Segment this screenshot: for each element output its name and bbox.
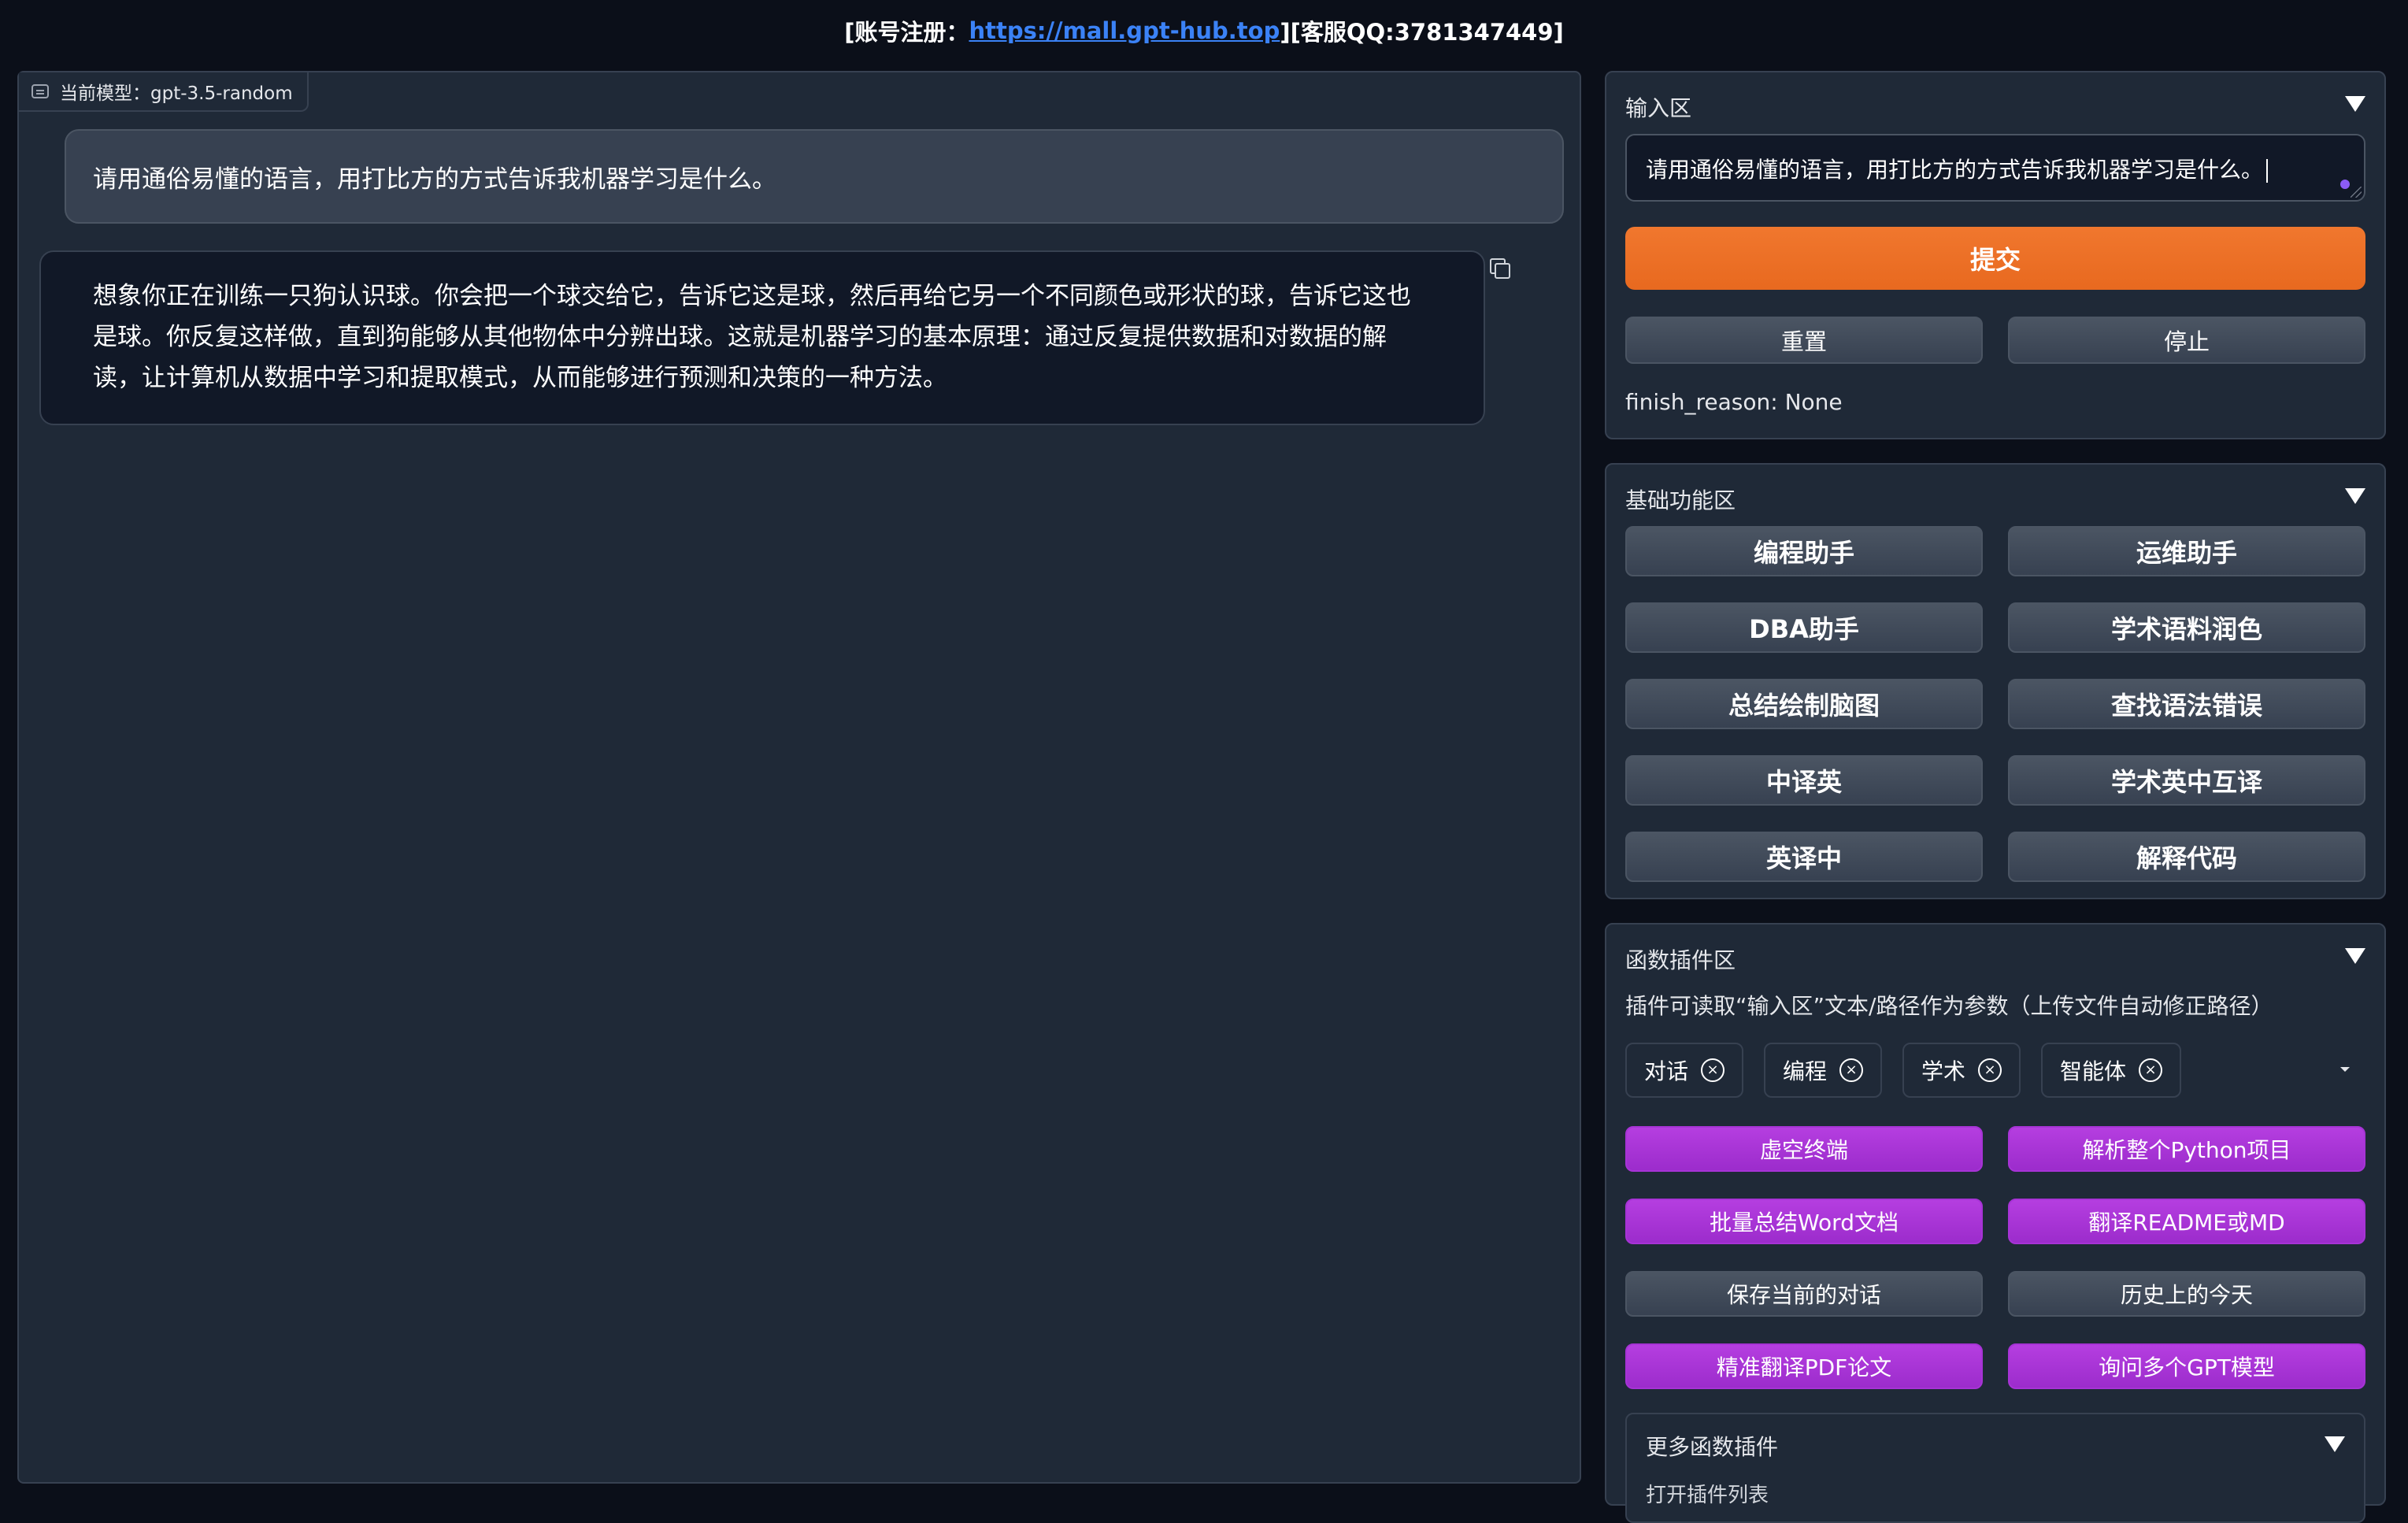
banner-prefix: [账号注册： (844, 19, 969, 46)
resize-handle-icon[interactable] (2351, 187, 2362, 198)
more-plugins-panel: 更多函数插件 打开插件列表 (1625, 1413, 2365, 1523)
chat-panel: 当前模型：gpt-3.5-random 请用通俗易懂的语言，用打比方的方式告诉我… (17, 71, 1581, 1484)
remove-tag-icon[interactable]: × (1978, 1058, 2002, 1082)
chat-icon (31, 84, 49, 98)
tag-label: 智能体 (2060, 1058, 2127, 1084)
tag-label: 对话 (1644, 1058, 1689, 1084)
function-button[interactable]: 英译中 (1625, 832, 1983, 882)
plugin-tag[interactable]: 对话 × (1625, 1043, 1744, 1098)
remove-tag-icon[interactable]: × (1839, 1058, 1864, 1082)
basic-function-panel: 基础功能区 编程助手 运维助手 DBA助手 学术语料润色 总结绘制脑图 查找语法… (1605, 463, 2386, 899)
collapse-icon[interactable] (2345, 488, 2365, 504)
plugin-button[interactable]: 批量总结Word文档 (1625, 1199, 1983, 1244)
chevron-down-icon[interactable] (2340, 1067, 2350, 1072)
model-label-text: 当前模型：gpt-3.5-random (60, 83, 293, 104)
tag-label: 学术 (1921, 1058, 1966, 1084)
stop-button[interactable]: 停止 (2008, 317, 2365, 364)
plugin-button[interactable]: 解析整个Python项目 (2008, 1126, 2365, 1172)
function-button[interactable]: 中译英 (1625, 755, 1983, 806)
tag-label: 编程 (1783, 1058, 1828, 1084)
function-button[interactable]: 学术语料润色 (2008, 602, 2365, 653)
reset-button[interactable]: 重置 (1625, 317, 1983, 364)
plugin-panel-title: 函数插件区 (1625, 947, 1736, 973)
top-banner: [账号注册： https://mall.gpt-hub.top ][客服QQ:3… (0, 0, 2408, 61)
function-button[interactable]: 解释代码 (2008, 832, 2365, 882)
collapse-icon[interactable] (2325, 1436, 2345, 1452)
input-panel: 输入区 请用通俗易懂的语言，用打比方的方式告诉我机器学习是什么。 提交 重置 停… (1605, 71, 2386, 439)
plugin-tag[interactable]: 学术 × (1902, 1043, 2021, 1098)
copy-icon[interactable] (1487, 255, 1510, 279)
plugin-button[interactable]: 翻译README或MD (2008, 1199, 2365, 1244)
remove-tag-icon[interactable]: × (2139, 1058, 2163, 1082)
plugin-tag[interactable]: 编程 × (1764, 1043, 1883, 1098)
plugin-tag-selector[interactable]: 对话 × 编程 × 学术 × 智能体 × (1625, 1043, 2365, 1098)
status-dot (2340, 180, 2350, 189)
plugin-button[interactable]: 保存当前的对话 (1625, 1271, 1983, 1317)
function-button[interactable]: 学术英中互译 (2008, 755, 2365, 806)
collapse-icon[interactable] (2345, 96, 2365, 112)
function-button[interactable]: 总结绘制脑图 (1625, 679, 1983, 729)
plugin-button[interactable]: 虚空终端 (1625, 1126, 1983, 1172)
text-cursor (2266, 159, 2269, 183)
submit-button[interactable]: 提交 (1625, 227, 2365, 290)
plugin-tag[interactable]: 智能体 × (2041, 1043, 2182, 1098)
input-panel-title: 输入区 (1625, 95, 1692, 121)
collapse-icon[interactable] (2345, 948, 2365, 964)
banner-suffix: ][客服QQ:3781347449] (1280, 19, 1564, 46)
user-message-text: 请用通俗易懂的语言，用打比方的方式告诉我机器学习是什么。 (93, 165, 776, 194)
user-message: 请用通俗易懂的语言，用打比方的方式告诉我机器学习是什么。 (65, 129, 1564, 224)
plugin-button[interactable]: 询问多个GPT模型 (2008, 1343, 2365, 1389)
input-textarea[interactable]: 请用通俗易懂的语言，用打比方的方式告诉我机器学习是什么。 (1625, 134, 2365, 202)
plugin-button[interactable]: 精准翻译PDF论文 (1625, 1343, 1983, 1389)
bot-message-line: 想象你正在训练一只狗认识球。你会把一个球交给它，告诉它这是球，然后再给它另一个不… (93, 282, 1411, 310)
plugin-description: 插件可读取“输入区”文本/路径作为参数（上传文件自动修正路径） (1625, 993, 2273, 1019)
function-button[interactable]: 查找语法错误 (2008, 679, 2365, 729)
bot-message-line: 是球。你反复这样做，直到狗能够从其他物体中分辨出球。这就是机器学习的基本原理：通… (93, 323, 1387, 351)
plugin-panel: 函数插件区 插件可读取“输入区”文本/路径作为参数（上传文件自动修正路径） 对话… (1605, 923, 2386, 1523)
bot-message: 想象你正在训练一只狗认识球。你会把一个球交给它，告诉它这是球，然后再给它另一个不… (39, 250, 1485, 425)
basic-panel-title: 基础功能区 (1625, 487, 1736, 513)
more-plugins-title: 更多函数插件 (1646, 1434, 1779, 1460)
open-plugin-list[interactable]: 打开插件列表 (1646, 1479, 1769, 1508)
remove-tag-icon[interactable]: × (1701, 1058, 1725, 1082)
plugin-button[interactable]: 历史上的今天 (2008, 1271, 2365, 1317)
model-label: 当前模型：gpt-3.5-random (19, 72, 309, 112)
function-button[interactable]: 编程助手 (1625, 526, 1983, 576)
finish-reason: finish_reason: None (1625, 389, 1843, 415)
function-button[interactable]: DBA助手 (1625, 602, 1983, 653)
function-button[interactable]: 运维助手 (2008, 526, 2365, 576)
input-text: 请用通俗易懂的语言，用打比方的方式告诉我机器学习是什么。 (1646, 157, 2264, 183)
bot-message-line: 读，让计算机从数据中学习和提取模式，从而能够进行预测和决策的一种方法。 (93, 364, 947, 392)
register-link[interactable]: https://mall.gpt-hub.top (969, 17, 1280, 44)
